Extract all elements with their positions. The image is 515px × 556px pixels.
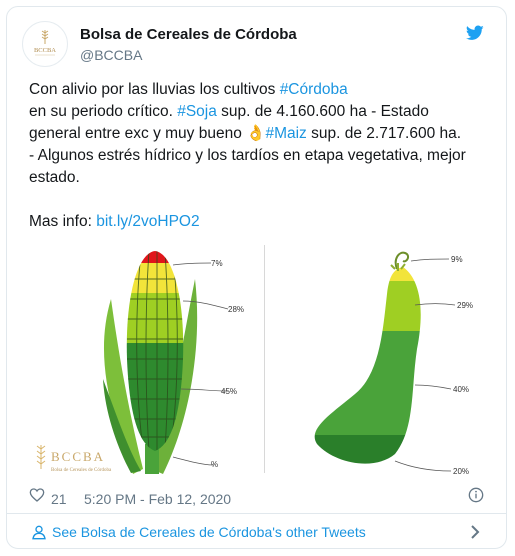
avatar-logo-text: BCCBA [34,47,56,54]
hashtag-soja[interactable]: #Soja [177,103,217,120]
tweet-text-line5: estado. [29,169,80,186]
corn-band-yellow [126,263,184,293]
heart-icon[interactable] [29,487,45,503]
tweet-text-line3: general entre exc y muy bueno [29,125,247,142]
see-other-tweets-link[interactable]: See Bolsa de Cereales de Córdoba's other… [7,513,506,548]
soy-band-yellow [314,267,421,281]
more-info-label: Mas info: [29,213,97,230]
corn-label-bottom: % [211,460,218,469]
tweet-text-line4: - Algunos estrés hídrico y los tardíos e… [29,147,466,164]
chevron-right-icon [471,525,480,539]
tweet-card: BCCBA Bolsa de Cereales de Córdoba @BCCB… [6,6,507,549]
hashtag-maiz[interactable]: #Maiz [265,125,306,142]
tweet-media[interactable]: 7% 28% 45% % BCCBA Bolsa de Cereales de … [23,239,491,479]
tweet-timestamp[interactable]: 5:20 PM - Feb 12, 2020 [84,491,231,507]
tweet-text-line1: Con alivio por las lluvias los cultivos [29,81,280,98]
soy-band-mid-green [314,331,421,435]
hashtag-cordoba[interactable]: #Córdoba [280,81,348,98]
corn-label-light-green: 28% [228,305,244,314]
account-handle[interactable]: @BCCBA [80,47,142,63]
tweet-text-line3-suffix: sup. de 2.717.600 ha. [306,125,462,142]
tweet-text: Con alivio por las lluvias los cultivos … [29,79,499,233]
tweet-text-line2: en su periodo crítico. [29,103,178,120]
soy-label-light-green: 29% [457,301,473,310]
person-icon [32,525,46,540]
bccba-logo-icon: BCCBA [34,30,56,56]
tweet-footer: 21 5:20 PM - Feb 12, 2020 [7,483,506,513]
soy-band-light-green [314,281,421,331]
info-icon[interactable] [468,487,484,503]
logo-subtext: Bolsa de Cereales de Córdoba [51,468,112,473]
ok-hand-emoji: 👌 [246,125,266,142]
bccba-watermark-logo: BCCBA Bolsa de Cereales de Córdoba [36,445,112,473]
avatar[interactable]: BCCBA [22,21,68,67]
soy-illustration: 9% 29% 40% 20% [314,251,473,476]
account-name[interactable]: Bolsa de Cereales de Córdoba [80,26,297,43]
soy-label-yellow: 9% [451,255,463,264]
corn-label-dark-green: 45% [221,387,237,396]
soy-label-dark-green: 20% [453,467,469,476]
see-other-tweets-label: See Bolsa de Cereales de Córdoba's other… [52,524,366,540]
logo-text: BCCBA [51,449,105,464]
corn-band-red [126,251,184,263]
corn-label-red: 7% [211,259,223,268]
more-info-link[interactable]: bit.ly/2voHPO2 [96,213,199,230]
like-count[interactable]: 21 [51,491,67,507]
tweet-header: BCCBA Bolsa de Cereales de Córdoba @BCCB… [7,7,506,71]
tweet-text-line2-suffix: sup. de 4.160.600 ha - Estado [216,103,429,120]
twitter-bird-icon[interactable] [466,25,484,41]
soy-label-mid-green: 40% [453,385,469,394]
soy-band-dark-green [314,435,421,464]
corn-illustration: 7% 28% 45% % BCCBA Bolsa de Cereales de … [36,251,244,474]
